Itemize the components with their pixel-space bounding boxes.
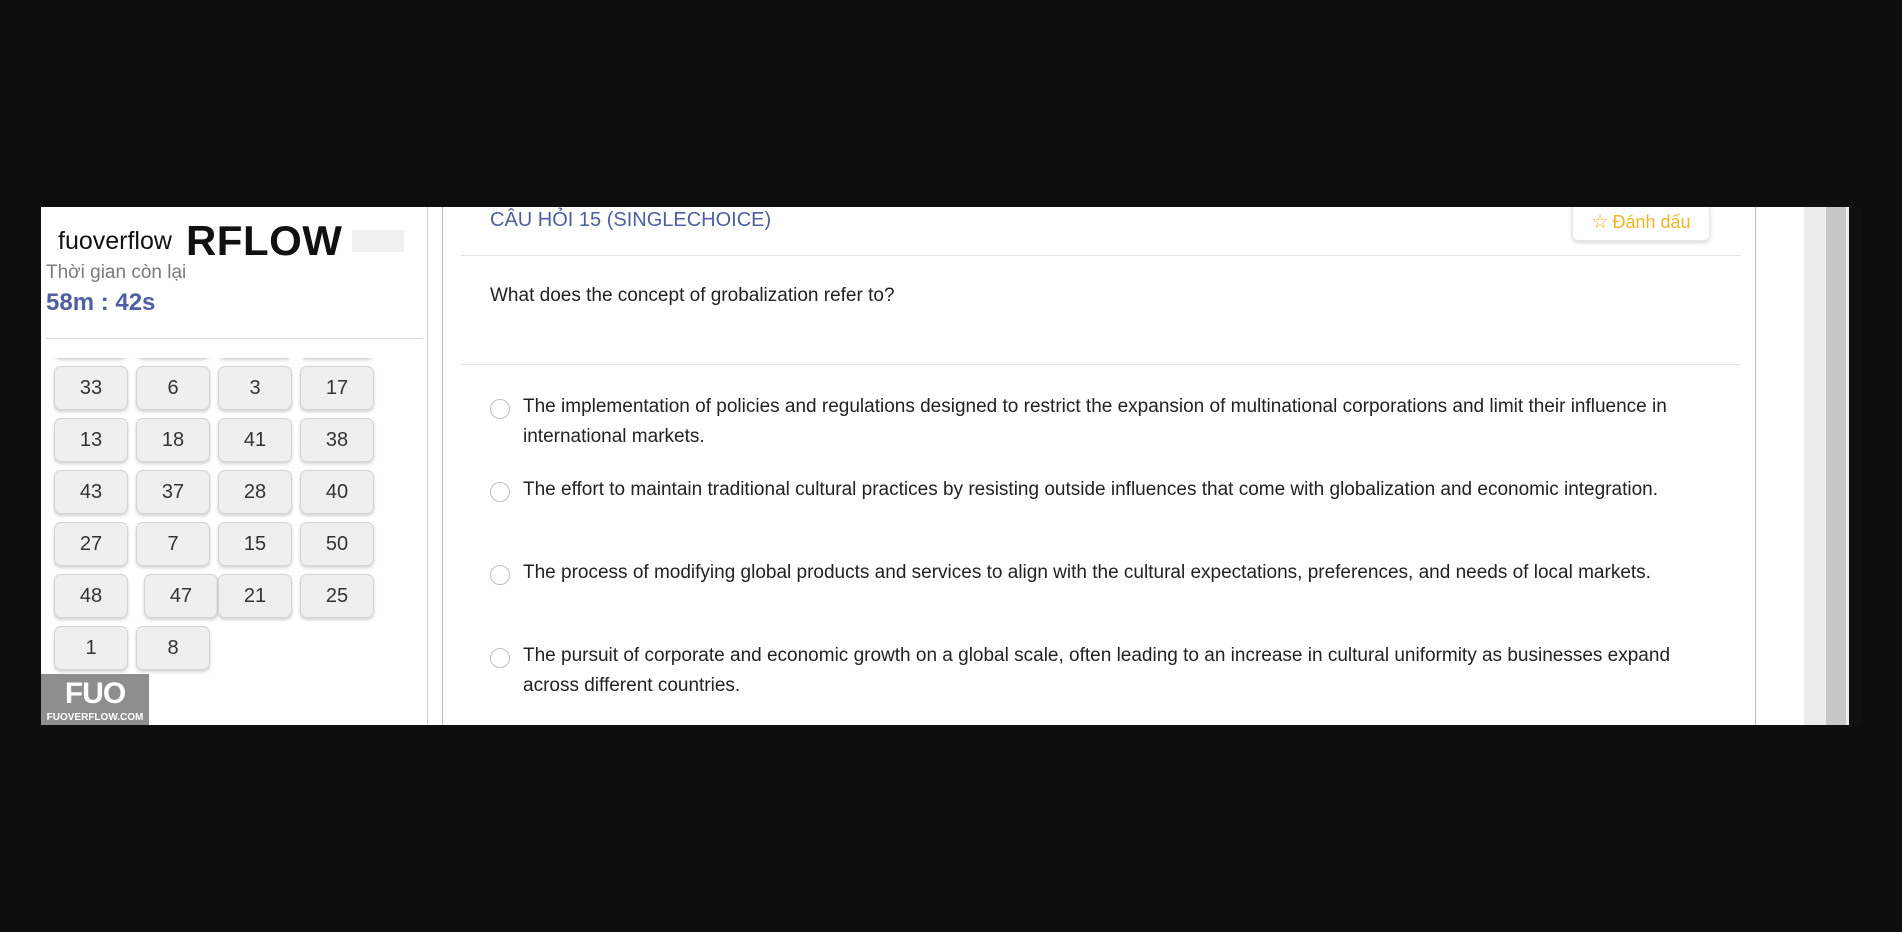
question-button[interactable]: 41 (218, 418, 292, 462)
question-button[interactable]: 18 (136, 418, 210, 462)
question-button[interactable]: 8 (136, 626, 210, 670)
question-button[interactable]: 13 (54, 418, 128, 462)
window-edge (1849, 207, 1861, 725)
question-button[interactable]: 3 (218, 366, 292, 410)
bookmark-label: Đánh dấu (1612, 211, 1691, 232)
fuo-logo-mark: FUO (64, 677, 126, 710)
scrollbar-thumb[interactable] (1826, 207, 1846, 725)
star-outline-icon: ☆ (1591, 211, 1609, 233)
question-button[interactable]: 1 (54, 626, 128, 670)
question-button[interactable]: 37 (136, 470, 210, 514)
answer-option-text: The effort to maintain traditional cultu… (523, 479, 1658, 500)
brand-logo-text: RFLOW (185, 217, 343, 264)
answer-option[interactable]: The implementation of policies and regul… (490, 396, 1670, 452)
sidebar-border (427, 207, 428, 725)
question-button[interactable]: 28 (218, 470, 292, 514)
question-navigator: 33 6 3 17 13 18 41 38 43 37 28 40 27 7 1… (41, 358, 428, 725)
timer-value: 58m : 42s (46, 289, 156, 316)
answer-option-text: The implementation of policies and regul… (523, 396, 1667, 447)
answer-option-text: The pursuit of corporate and economic gr… (523, 645, 1671, 696)
sidebar-divider (46, 338, 422, 339)
fuo-watermark-logo: FUO FUOVERFLOW.COM (41, 674, 149, 725)
question-button[interactable]: 38 (300, 418, 374, 462)
fuo-logo-url: FUOVERFLOW.COM (46, 712, 144, 723)
question-button[interactable]: 40 (300, 470, 374, 514)
question-grid: 33 6 3 17 13 18 41 38 43 37 28 40 27 7 1… (54, 358, 376, 670)
sidebar: fuoverflow RFLOW Thời gian còn lại 58m :… (41, 207, 428, 725)
answer-option-text: The process of modifying global products… (523, 562, 1651, 583)
question-button[interactable]: 33 (54, 366, 128, 410)
question-button[interactable]: 21 (218, 574, 292, 618)
answer-option[interactable]: The effort to maintain traditional cultu… (490, 479, 1670, 505)
timer-label: Thời gian còn lại (46, 262, 187, 283)
question-button[interactable]: 25 (300, 574, 374, 618)
question-button[interactable]: 17 (300, 366, 374, 410)
exam-window: fuoverflow RFLOW Thời gian còn lại 58m :… (41, 207, 1861, 725)
question-button[interactable]: 43 (54, 470, 128, 514)
brand-name: fuoverflow (58, 226, 172, 255)
question-button[interactable]: 27 (54, 522, 128, 566)
radio-button[interactable] (490, 648, 510, 668)
question-divider (461, 364, 1741, 365)
question-button[interactable]: 47 (144, 574, 218, 618)
radio-button[interactable] (490, 399, 510, 419)
bookmark-button[interactable]: ☆ Đánh dấu (1572, 207, 1710, 241)
answer-option[interactable]: The process of modifying global products… (490, 562, 1670, 588)
question-button[interactable]: 50 (300, 522, 374, 566)
brand-header: fuoverflow RFLOW (58, 217, 405, 264)
question-text: What does the concept of grobalization r… (490, 285, 895, 306)
question-button[interactable]: 48 (54, 574, 128, 618)
radio-button[interactable] (490, 565, 510, 585)
question-title: CÂU HỎI 15 (SINGLECHOICE) (490, 209, 772, 231)
brand-placeholder (352, 230, 405, 252)
answer-option[interactable]: The pursuit of corporate and economic gr… (490, 645, 1670, 701)
question-button[interactable]: 15 (218, 522, 292, 566)
radio-button[interactable] (490, 482, 510, 502)
question-button[interactable]: 7 (136, 522, 210, 566)
title-divider (461, 255, 1741, 256)
question-button[interactable]: 6 (136, 366, 210, 410)
